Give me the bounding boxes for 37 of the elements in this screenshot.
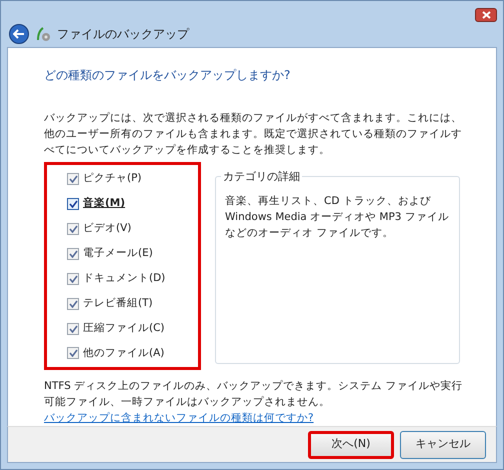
checkbox[interactable] (67, 347, 79, 360)
backup-icon (35, 26, 51, 42)
checkbox[interactable] (67, 322, 79, 335)
note-text: NTFS ディスク上のファイルのみ、バックアップできます。システム ファイルや実行可能ファイル、一時ファイルはバックアップされません。 バックアップに含まれないファイルの種類は何ですか? (44, 379, 464, 426)
details-text: 音楽、再生リスト、CD トラック、および Windows Media オーディオや MP3 ファイルなどのオーディオ ファイルです。 (225, 194, 450, 242)
category-label[interactable]: ドキュメント(D) (83, 270, 166, 287)
category-label[interactable]: 電子メール(E) (83, 246, 153, 262)
help-link[interactable]: バックアップに含まれないファイルの種類は何ですか? (44, 412, 314, 424)
checkbox[interactable] (67, 272, 79, 285)
dialog-button[interactable]: 次へ(N) (308, 430, 394, 459)
category-label[interactable]: テレビ番組(T) (83, 296, 153, 312)
checkmark-icon (68, 300, 78, 308)
category-label[interactable]: ピクチャ(P) (83, 171, 142, 188)
intro-text: バックアップには、次で選択される種類のファイルがすべて含まれます。これには、他のユーザー所有のファイルも含まれます。既定で選択されている種類のファイルすべてについてバックアップを作成することを推奨します。 (44, 111, 463, 158)
checkmark-icon (68, 349, 78, 358)
checkmark-icon (68, 175, 78, 184)
close-button[interactable] (475, 8, 497, 22)
checkmark-icon (68, 250, 78, 258)
close-icon (482, 11, 490, 19)
back-button[interactable] (9, 24, 29, 44)
checkbox[interactable] (67, 298, 79, 310)
checkmark-icon (68, 200, 78, 208)
checkmark-icon (68, 324, 78, 333)
dialog-button[interactable]: キャンセル (400, 430, 486, 459)
back-arrow-icon (13, 29, 25, 40)
checkbox[interactable] (67, 222, 79, 235)
heading: どの種類のファイルをバックアップしますか? (44, 67, 292, 84)
category-label[interactable]: 音楽(M) (83, 196, 126, 212)
category-label[interactable]: 圧縮ファイル(C) (83, 320, 165, 336)
checkbox[interactable] (67, 248, 79, 260)
checkbox[interactable] (67, 198, 79, 210)
window-title: ファイルのバックアップ (57, 26, 189, 44)
category-label[interactable]: 他のファイル(A) (83, 346, 164, 362)
checkmark-icon (68, 224, 78, 233)
category-label[interactable]: ビデオ(V) (83, 221, 132, 237)
checkmark-icon (68, 274, 78, 283)
checkbox[interactable] (67, 173, 79, 186)
